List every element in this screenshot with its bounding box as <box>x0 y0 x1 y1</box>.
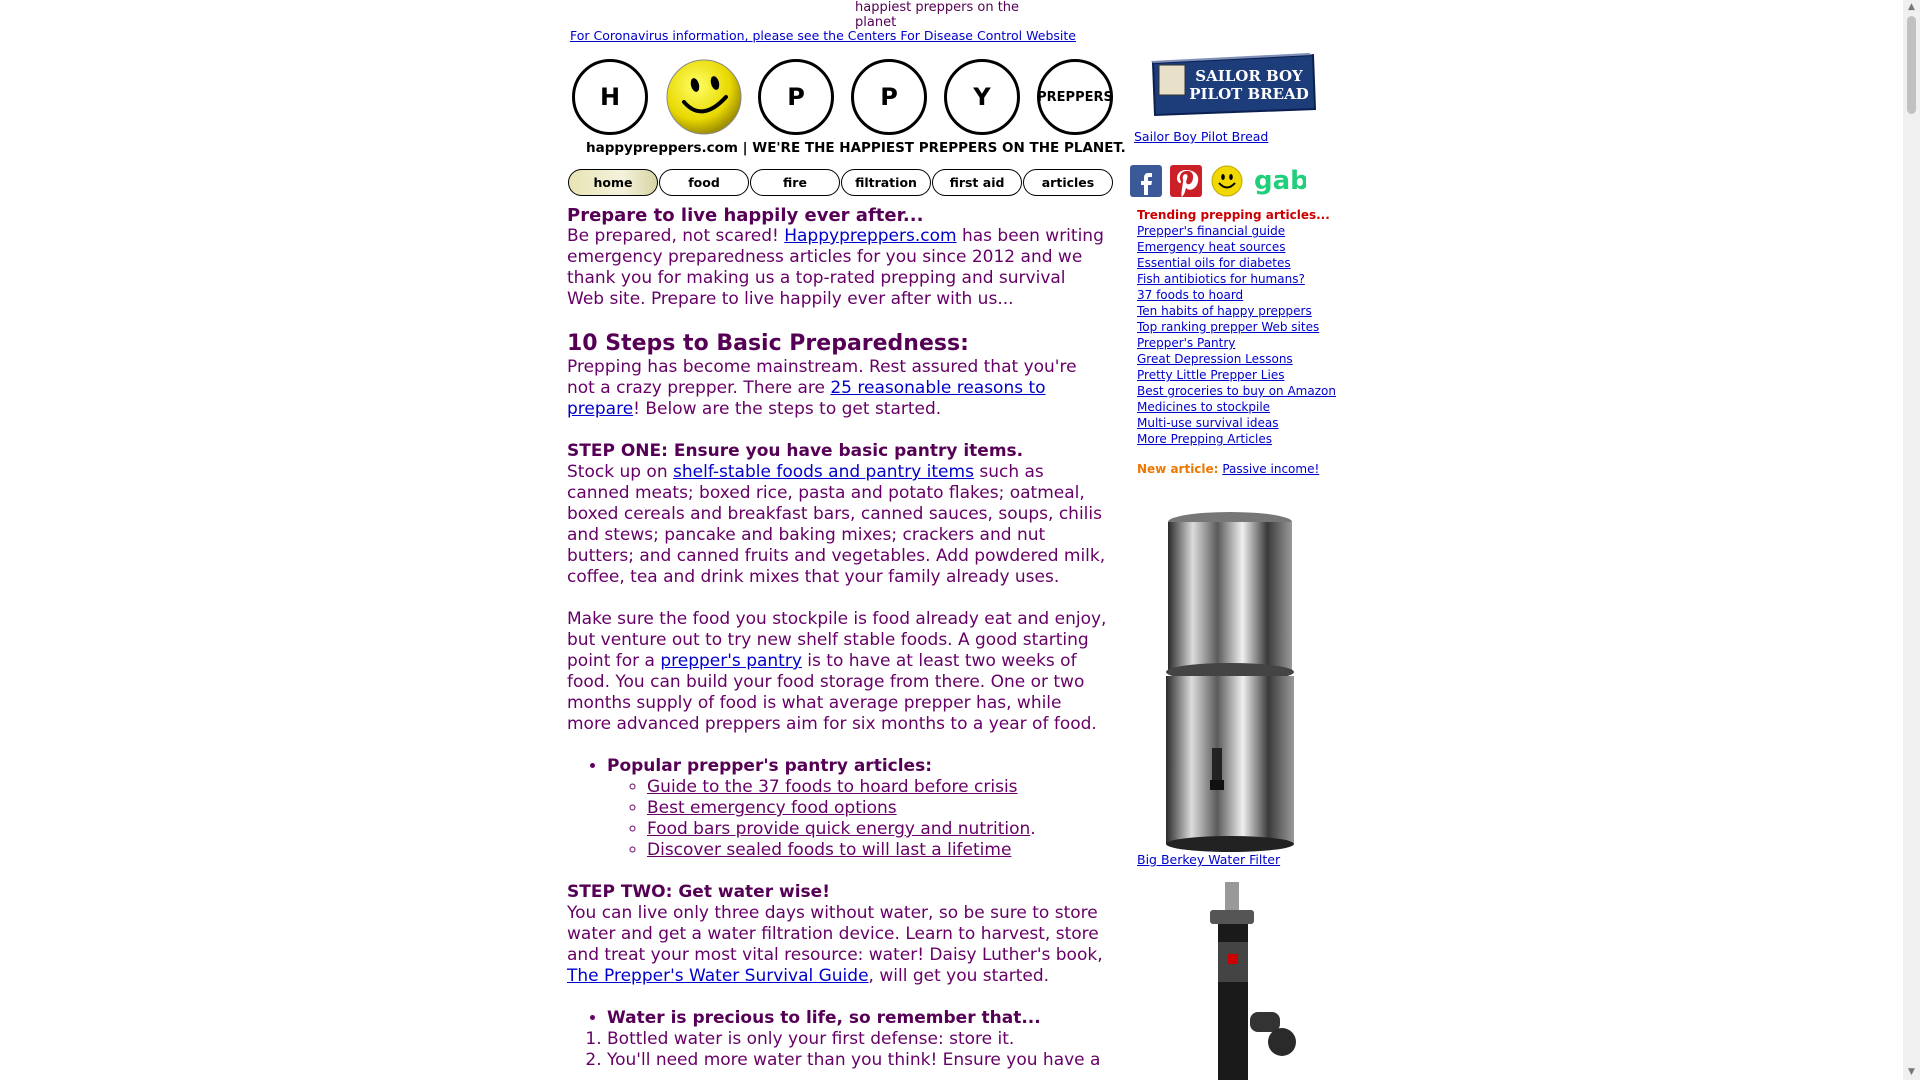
smiley-icon[interactable] <box>1211 165 1243 197</box>
pantry-link[interactable]: Best emergency food options <box>647 798 897 818</box>
trending-link[interactable]: Best groceries to buy on Amazon <box>1137 383 1357 399</box>
intro-paragraph: Be prepared, not scared! Happypreppers.c… <box>567 226 1104 309</box>
trending-link[interactable]: Emergency heat sources <box>1137 239 1357 255</box>
trending-link[interactable]: More Prepping Articles <box>1137 431 1357 447</box>
steps-heading: 10 Steps to Basic Preparedness: <box>567 331 969 356</box>
scroll-thumb[interactable] <box>1907 16 1916 114</box>
step-one-heading: STEP ONE: Ensure you have basic pantry i… <box>567 441 1024 461</box>
site-logo[interactable]: H P P Y PREPPERS <box>570 57 1122 137</box>
svg-text:gab: gab <box>1254 166 1306 196</box>
nav-home[interactable]: home <box>568 169 658 196</box>
trending-link[interactable]: Medicines to stockpile <box>1137 399 1357 415</box>
step-one-paragraph-2: Make sure the food you stockpile is food… <box>567 609 1107 734</box>
facebook-icon[interactable] <box>1130 165 1162 197</box>
steps-paragraph: Prepping has become mainstream. Rest ass… <box>567 357 1077 419</box>
trending-link[interactable]: Great Depression Lessons <box>1137 351 1357 367</box>
pantry-link[interactable]: Guide to the 37 foods to hoard before cr… <box>647 777 1018 797</box>
scroll-up-icon[interactable]: ▲ <box>1907 3 1916 12</box>
step-two-paragraph: You can live only three days without wat… <box>567 903 1103 986</box>
pilot-bread-ad-image[interactable]: SAILOR BOY PILOT BREAD <box>1149 53 1319 118</box>
scroll-down-icon[interactable]: ▼ <box>1907 1068 1916 1077</box>
trending-articles: Trending prepping articles... Prepper's … <box>1137 207 1357 447</box>
site-tagline: happiest preppers on the planet <box>855 0 1020 30</box>
pilot-bread-link[interactable]: Sailor Boy Pilot Bread <box>1134 129 1268 144</box>
trending-link[interactable]: Multi-use survival ideas <box>1137 415 1357 431</box>
trending-link[interactable]: Essential oils for diabetes <box>1137 255 1357 271</box>
page: happiest preppers on the planet For Coro… <box>0 0 1903 1080</box>
main-content: Prepare to live happily ever after... Be… <box>567 205 1107 1071</box>
step-two-heading: STEP TWO: Get water wise! <box>567 882 830 902</box>
nav-first-aid[interactable]: first aid <box>932 169 1022 196</box>
nav-food[interactable]: food <box>659 169 749 196</box>
scrollbar[interactable]: ▲ ▼ <box>1903 0 1920 1080</box>
pantry-list: Popular prepper's pantry articles: Guide… <box>567 756 1107 861</box>
pinterest-icon[interactable] <box>1170 165 1202 197</box>
logo-letter-p1: P <box>758 59 834 135</box>
smiley-logo-icon <box>666 59 742 135</box>
nav-filtration[interactable]: filtration <box>841 169 931 196</box>
pantry-link[interactable]: Discover sealed foods to will last a lif… <box>647 840 1011 860</box>
water-items: Bottled water is only your first defense… <box>567 1029 1107 1071</box>
trending-heading: Trending prepping articles... <box>1137 208 1330 222</box>
intro-heading: Prepare to live happily ever after... <box>567 205 924 226</box>
happypreppers-link[interactable]: Happypreppers.com <box>784 226 956 246</box>
step-one-paragraph: Stock up on shelf-stable foods and pantr… <box>567 462 1106 587</box>
gab-icon[interactable]: gab <box>1252 165 1306 197</box>
logo-letter-y: Y <box>944 59 1020 135</box>
trending-link[interactable]: Prepper's Pantry <box>1137 335 1357 351</box>
trending-link[interactable]: Prepper's financial guide <box>1137 223 1357 239</box>
preppers-pantry-link[interactable]: prepper's pantry <box>660 651 802 671</box>
new-article-link[interactable]: Passive income! <box>1222 462 1319 476</box>
trending-link[interactable]: Fish antibiotics for humans? <box>1137 271 1357 287</box>
water-list: Water is precious to life, so remember t… <box>567 1008 1107 1029</box>
logo-letter-h: H <box>572 59 648 135</box>
water-guide-link[interactable]: The Prepper's Water Survival Guide <box>567 966 869 986</box>
shelf-stable-link[interactable]: shelf-stable foods and pantry items <box>673 462 974 482</box>
trending-link[interactable]: 37 foods to hoard <box>1137 287 1357 303</box>
water-list-heading: Water is precious to life, so remember t… <box>607 1008 1041 1028</box>
list-item: You'll need more water than you think! E… <box>607 1050 1107 1071</box>
trending-link[interactable]: Ten habits of happy preppers <box>1137 303 1357 319</box>
trending-link[interactable]: Top ranking prepper Web sites <box>1137 319 1357 335</box>
logo-word-preppers: PREPPERS <box>1037 59 1113 135</box>
list-item: Bottled water is only your first defense… <box>607 1029 1107 1050</box>
trending-link[interactable]: Pretty Little Prepper Lies <box>1137 367 1357 383</box>
site-motto: happypreppers.com | WE'RE THE HAPPIEST P… <box>586 140 1126 156</box>
berkey-filter-image[interactable] <box>1150 508 1310 853</box>
new-article-label: New article: <box>1137 462 1219 476</box>
pantry-link[interactable]: Food bars provide quick energy and nutri… <box>647 819 1030 839</box>
pantry-list-heading: Popular prepper's pantry articles: <box>607 756 933 776</box>
ad-title-2: PILOT BREAD <box>1189 85 1309 103</box>
new-article: New article: Passive income! <box>1137 462 1319 476</box>
coronavirus-link[interactable]: For Coronavirus information, please see … <box>570 28 1076 43</box>
katadyn-filter-image[interactable] <box>1190 882 1300 1080</box>
nav-fire[interactable]: fire <box>750 169 840 196</box>
ad-title-1: SAILOR BOY <box>1195 67 1303 85</box>
nav-articles[interactable]: articles <box>1023 169 1113 196</box>
logo-letter-p2: P <box>851 59 927 135</box>
berkey-filter-link[interactable]: Big Berkey Water Filter <box>1137 852 1280 867</box>
